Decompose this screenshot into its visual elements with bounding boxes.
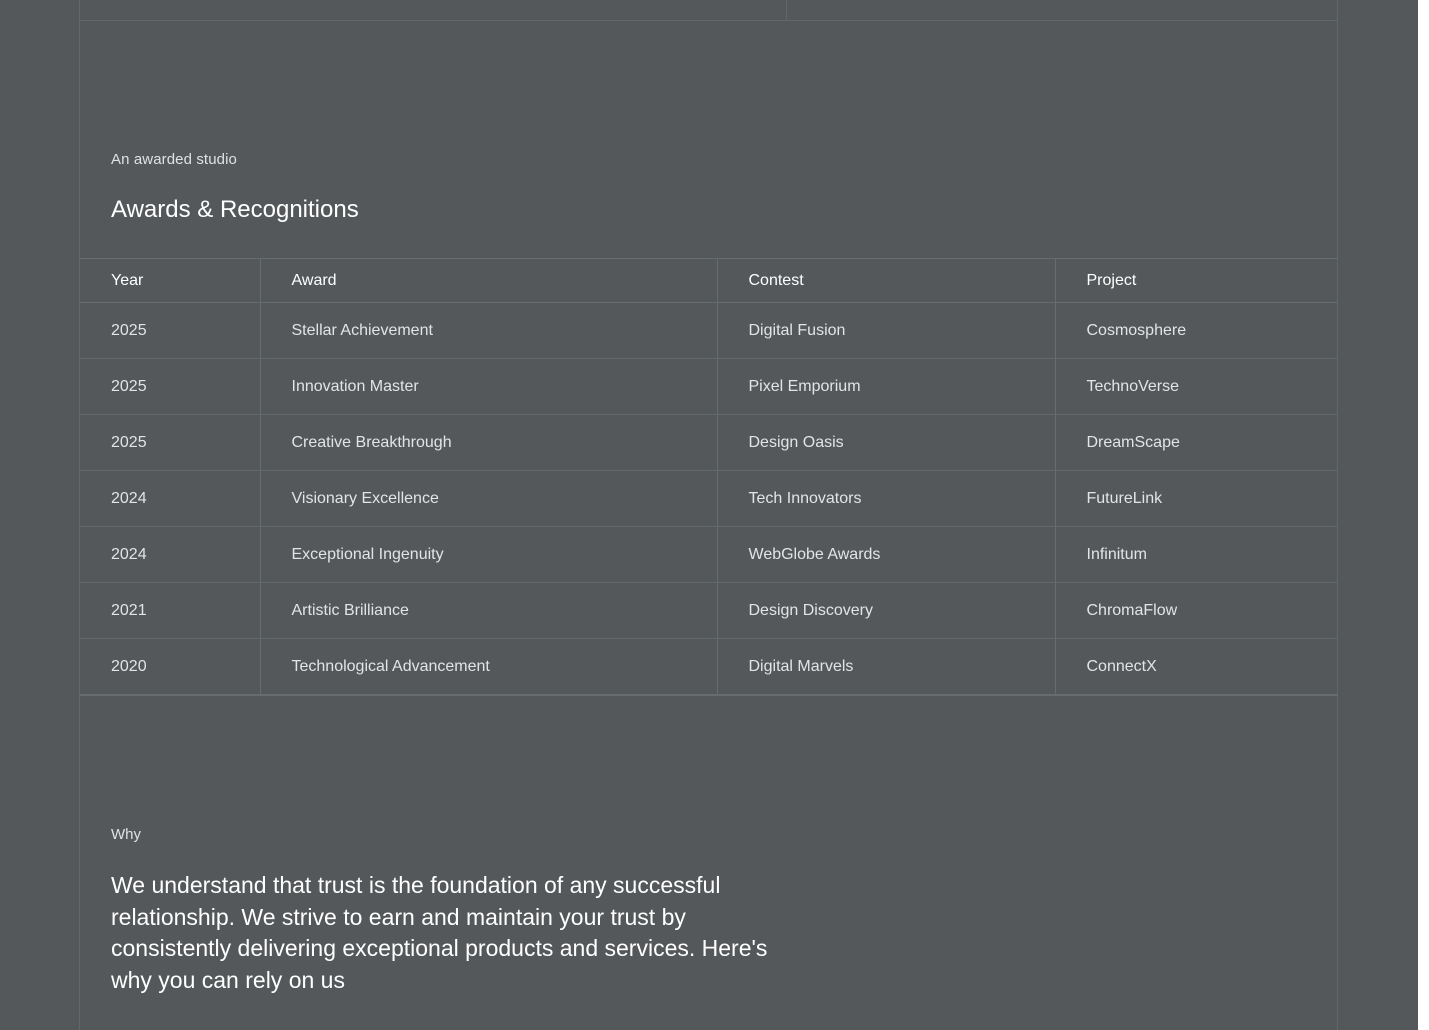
cell-award: Artistic Brilliance (260, 582, 718, 639)
table-row: 2020 Technological Advancement Digital M… (80, 638, 1338, 695)
why-statement: We understand that trust is the foundati… (111, 872, 768, 993)
column-header-award: Award (260, 258, 718, 303)
table-row: 2025 Stellar Achievement Digital Fusion … (80, 302, 1338, 359)
cell-year: 2025 (80, 414, 261, 471)
table-header-row: Year Award Contest Project (80, 258, 1338, 303)
cell-contest: Design Oasis (717, 414, 1056, 471)
why-eyebrow: Why (111, 826, 141, 843)
cell-year: 2020 (80, 638, 261, 695)
cell-year: 2021 (80, 582, 261, 639)
awards-eyebrow: An awarded studio (111, 151, 237, 168)
cell-contest: Design Discovery (717, 582, 1056, 639)
cell-award: Innovation Master (260, 358, 718, 415)
cell-year: 2024 (80, 526, 261, 583)
cell-project: Cosmosphere (1055, 302, 1338, 359)
table-row: 2024 Visionary Excellence Tech Innovator… (80, 470, 1338, 527)
column-header-contest: Contest (717, 258, 1056, 303)
cell-award: Technological Advancement (260, 638, 718, 695)
table-row: 2021 Artistic Brilliance Design Discover… (80, 582, 1338, 639)
cell-award: Creative Breakthrough (260, 414, 718, 471)
cell-year: 2024 (80, 470, 261, 527)
cell-award: Exceptional Ingenuity (260, 526, 718, 583)
top-strip-divider (786, 0, 787, 21)
top-grid-strip (79, 0, 1338, 21)
cell-year: 2025 (80, 358, 261, 415)
column-header-year: Year (80, 258, 261, 303)
cell-contest: Digital Marvels (717, 638, 1056, 695)
cell-project: Infinitum (1055, 526, 1338, 583)
awards-table: Year Award Contest Project 2025 Stellar … (80, 258, 1338, 695)
section-divider (80, 695, 1338, 696)
awards-table-header: Year Award Contest Project (80, 258, 1338, 303)
cell-project: ConnectX (1086, 657, 1157, 675)
cell-contest: Digital Fusion (717, 302, 1056, 359)
cell-year: 2025 (80, 302, 261, 359)
table-row: 2025 Creative Breakthrough Design Oasis … (80, 414, 1338, 471)
cell-project: ChromaFlow (1055, 582, 1338, 639)
column-header-project: Project (1055, 258, 1338, 303)
table-row: 2024 Exceptional Ingenuity WebGlobe Awar… (80, 526, 1338, 583)
cell-award: Stellar Achievement (260, 302, 718, 359)
cell-contest: Tech Innovators (717, 470, 1056, 527)
awards-title: Awards & Recognitions (111, 196, 359, 223)
cell-project: FutureLink (1055, 470, 1338, 527)
cell-contest: Pixel Emporium (717, 358, 1056, 415)
cell-contest: WebGlobe Awards (717, 526, 1056, 583)
table-row: 2025 Innovation Master Pixel Emporium Te… (80, 358, 1338, 415)
cell-project: TechnoVerse (1055, 358, 1338, 415)
awards-table-body: 2025 Stellar Achievement Digital Fusion … (80, 302, 1338, 695)
cell-award: Visionary Excellence (260, 470, 718, 527)
cell-project: DreamScape (1055, 414, 1338, 471)
